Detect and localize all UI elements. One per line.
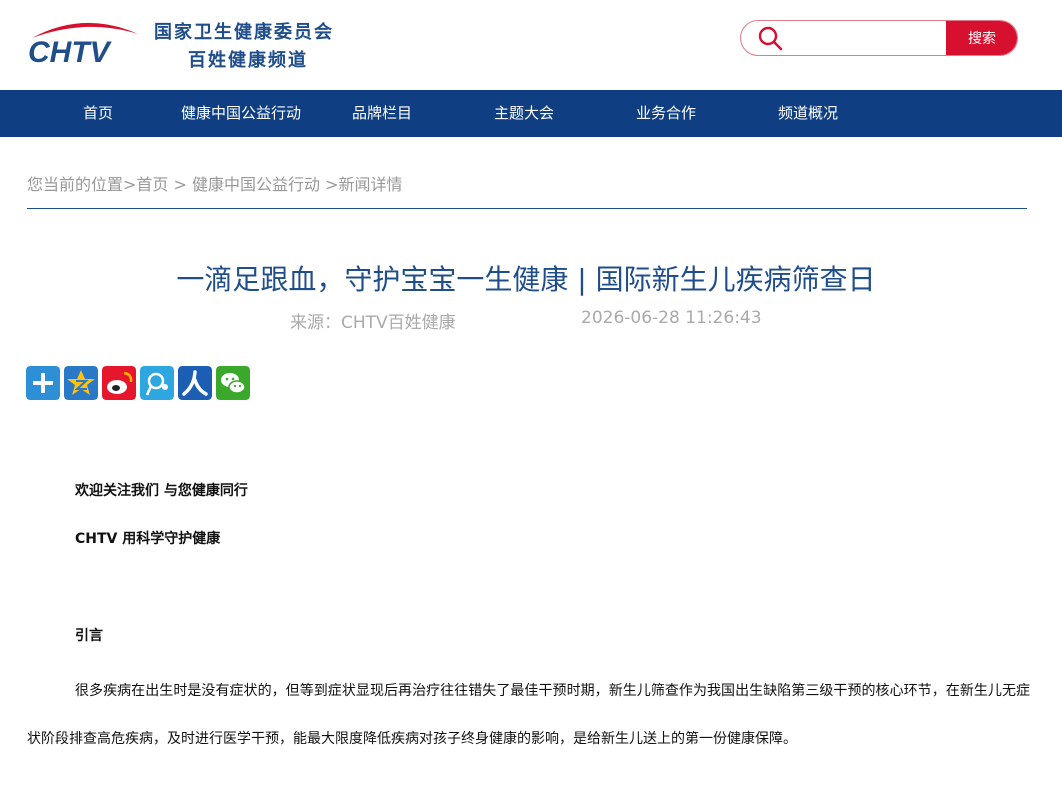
nav-item-business-cooperation[interactable]: 业务合作 bbox=[632, 90, 700, 137]
nav-item-channel-overview[interactable]: 频道概况 bbox=[774, 90, 842, 137]
logo-org-name: 国家卫生健康委员会 bbox=[154, 22, 334, 43]
logo-channel-name: 百姓健康频道 bbox=[188, 50, 308, 71]
renren-icon[interactable] bbox=[178, 366, 212, 400]
breadcrumb-divider bbox=[27, 208, 1027, 209]
tencent-weibo-icon[interactable] bbox=[140, 366, 174, 400]
search-box: 搜索 bbox=[740, 20, 1018, 56]
weibo-icon[interactable] bbox=[102, 366, 136, 400]
breadcrumb-separator: > bbox=[123, 175, 137, 194]
article-body-paragraph: 很多疾病在出生时是没有症状的，但等到症状显现后再治疗往往错失了最佳干预时期，新生… bbox=[27, 683, 1030, 747]
breadcrumb: 您当前的位置>首页 > 健康中国公益行动 >新闻详情 bbox=[27, 171, 403, 195]
nav-item-healthy-china[interactable]: 健康中国公益行动 bbox=[174, 90, 308, 137]
wechat-icon[interactable] bbox=[216, 366, 250, 400]
svg-text:CHTV: CHTV bbox=[28, 36, 113, 68]
welcome-line: 欢迎关注我们 与您健康同行 bbox=[75, 483, 248, 499]
search-input[interactable] bbox=[791, 21, 941, 55]
search-icon bbox=[758, 26, 783, 51]
share-bar bbox=[26, 366, 250, 400]
plus-share-icon[interactable] bbox=[26, 366, 60, 400]
breadcrumb-home-link[interactable]: 首页 bbox=[136, 175, 168, 194]
article-datetime: 2026-06-28 11:26:43 bbox=[581, 308, 762, 328]
breadcrumb-prefix: 您当前的位置 bbox=[27, 175, 124, 194]
nav-item-brand-columns[interactable]: 品牌栏目 bbox=[348, 90, 416, 137]
breadcrumb-current: 新闻详情 bbox=[338, 175, 403, 194]
slogan-line: CHTV 用科学守护健康 bbox=[75, 531, 221, 547]
article-title: 一滴足跟血，守护宝宝一生健康 | 国际新生儿疾病筛查日 bbox=[176, 263, 876, 296]
main-nav: 首页 健康中国公益行动 品牌栏目 主题大会 业务合作 频道概况 bbox=[0, 90, 1062, 137]
site-logo[interactable]: CHTV 国家卫生健康委员会 百姓健康频道 bbox=[26, 14, 366, 74]
qzone-icon[interactable] bbox=[64, 366, 98, 400]
article-source: 来源：CHTV百姓健康 bbox=[290, 313, 456, 333]
breadcrumb-separator: > bbox=[320, 175, 339, 194]
chtv-logo-icon: CHTV bbox=[28, 22, 138, 68]
search-button[interactable]: 搜索 bbox=[946, 21, 1017, 55]
logo-text: 国家卫生健康委员会 百姓健康频道 bbox=[154, 18, 334, 72]
breadcrumb-separator: > bbox=[168, 175, 193, 194]
breadcrumb-section-link[interactable]: 健康中国公益行动 bbox=[192, 175, 320, 194]
site-header: CHTV 国家卫生健康委员会 百姓健康频道 搜索 bbox=[0, 0, 1062, 90]
intro-heading: 引言 bbox=[75, 628, 103, 644]
nav-item-theme-conference[interactable]: 主题大会 bbox=[490, 90, 558, 137]
nav-item-home[interactable]: 首页 bbox=[78, 90, 118, 137]
